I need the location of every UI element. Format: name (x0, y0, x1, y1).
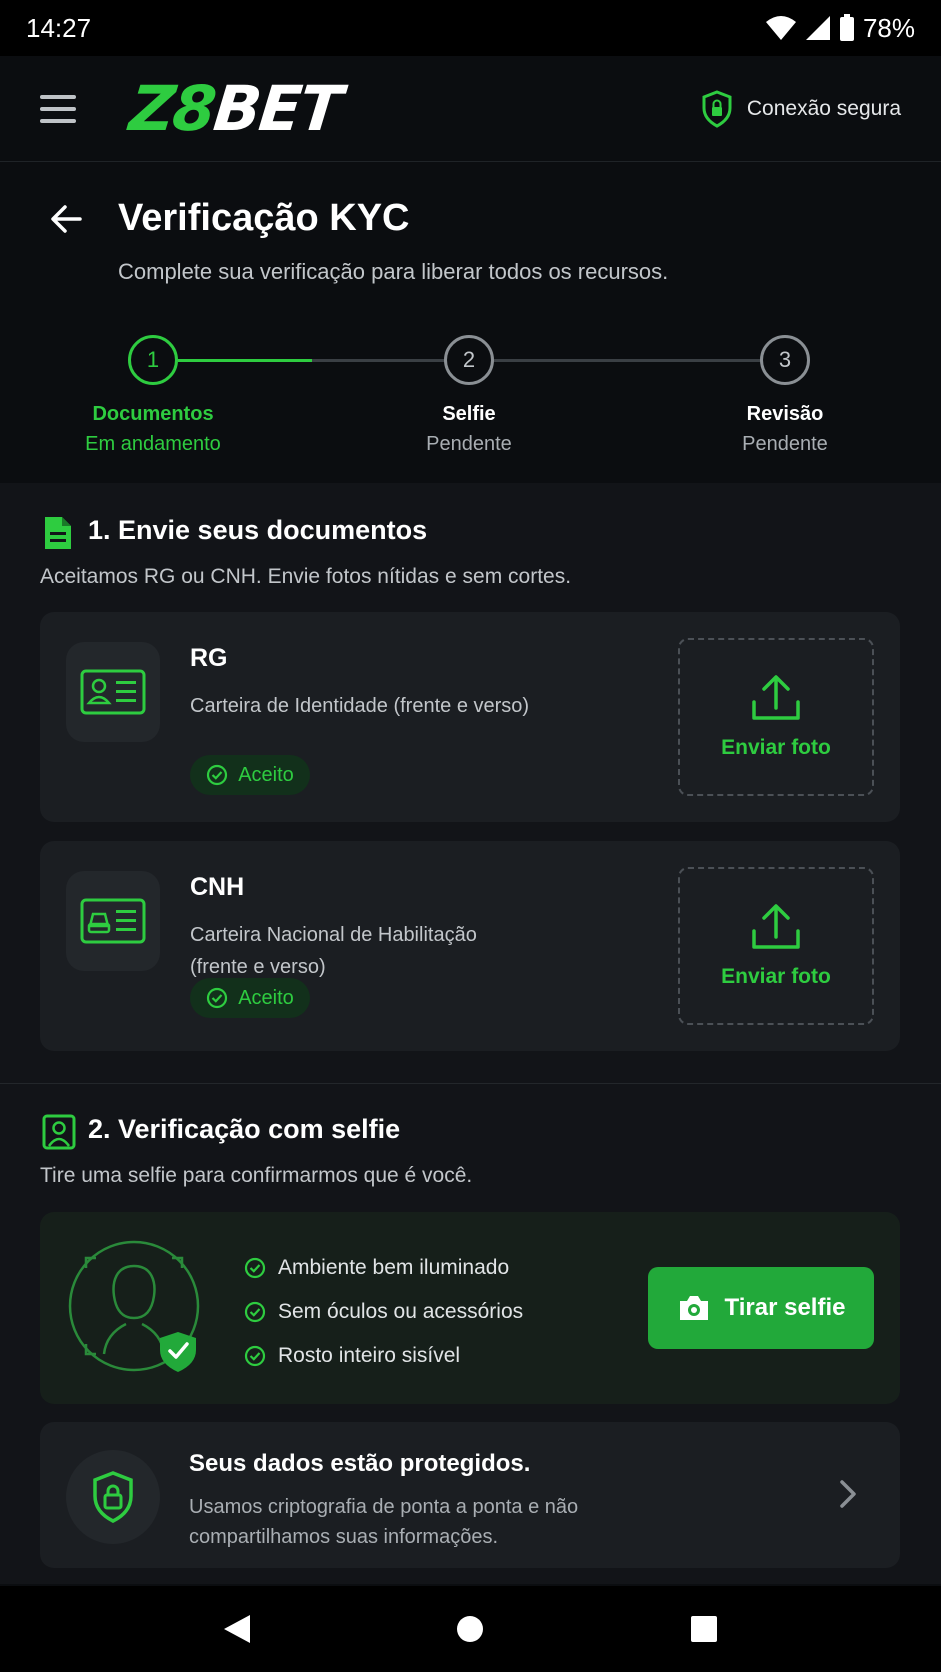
document-card-cnh: CNH Carteira Nacional de Habilitação (fr… (40, 841, 900, 1051)
shield-lock-icon (66, 1450, 160, 1544)
step-1-label: Documentos (92, 403, 214, 425)
page-title: Verificação KYC (118, 197, 410, 239)
upload-icon (752, 675, 800, 720)
brand-logo[interactable]: Z8BET (126, 72, 344, 145)
check-circle-icon (207, 764, 228, 786)
shield-lock-icon (702, 89, 732, 128)
status-icons: 78% (765, 13, 915, 44)
wifi-icon (765, 16, 796, 40)
document-card-rg: RG Carteira de Identidade (frente e vers… (40, 612, 900, 822)
step-1-status: Em andamento (85, 433, 221, 455)
battery-icon (839, 14, 854, 41)
accepted-label: Aceito (238, 986, 294, 1009)
list-item: Ambiente bem iluminado (244, 1246, 523, 1290)
selfie-description: Tire uma selfie para confirmarmos que é … (40, 1164, 473, 1187)
take-selfie-label: Tirar selfie (724, 1294, 846, 1321)
stepper-progress (178, 359, 312, 362)
upload-label: Enviar foto (721, 736, 831, 759)
chevron-right-icon (840, 1480, 856, 1508)
protection-title: Seus dados estão protegidos. (189, 1450, 531, 1477)
document-description: Carteira Nacional de Habilitação (frente… (190, 924, 477, 978)
check-label: Sem óculos ou acessórios (278, 1300, 524, 1323)
check-label: Ambiente bem iluminado (278, 1256, 510, 1279)
status-time: 14:27 (26, 12, 92, 43)
document-name: RG (190, 644, 228, 672)
menu-icon[interactable] (40, 89, 80, 129)
check-circle-icon (244, 1301, 266, 1323)
step-3-circle: 3 (760, 335, 810, 385)
battery-level: 78% (862, 12, 915, 43)
check-circle-icon (207, 987, 228, 1009)
back-arrow-icon[interactable] (46, 199, 86, 239)
secure-label: Conexão segura (746, 96, 901, 120)
document-name: CNH (190, 873, 245, 901)
accepted-label: Aceito (238, 763, 294, 786)
id-card-icon (66, 642, 160, 742)
kyc-header: Verificação KYC Complete sua verificação… (0, 163, 941, 483)
system-navigation-bar (0, 1586, 941, 1672)
documents-title: 1. Envie seus documentos (88, 515, 428, 545)
documents-description: Aceitamos RG ou CNH. Envie fotos nítidas… (40, 565, 572, 588)
documents-section: 1. Envie seus documentos Aceitamos RG ou… (0, 483, 941, 1083)
check-circle-icon (244, 1257, 266, 1279)
signal-icon (805, 16, 830, 40)
step-2-label: Selfie (442, 403, 496, 425)
app-header: Z8BET Conexão segura (0, 56, 941, 162)
list-item: Rosto inteiro sisível (244, 1334, 523, 1378)
selfie-section: 2. Verificação com selfie Tire uma selfi… (0, 1084, 941, 1584)
face-scan-icon (68, 1240, 200, 1372)
upload-icon (752, 904, 800, 949)
step-2-status: Pendente (426, 433, 512, 455)
step-3-status: Pendente (742, 433, 828, 455)
upload-photo-button-rg[interactable]: Enviar foto (678, 638, 874, 796)
step-1-circle: 1 (128, 335, 178, 385)
user-portrait-icon (42, 1114, 76, 1150)
upload-label: Enviar foto (721, 965, 831, 988)
home-circle-icon[interactable] (440, 1599, 500, 1659)
take-selfie-button[interactable]: Tirar selfie (648, 1267, 874, 1349)
protection-description: Usamos criptografia de ponta a ponta e n… (189, 1496, 579, 1548)
document-icon (45, 517, 71, 549)
selfie-title: 2. Verificação com selfie (88, 1114, 401, 1144)
accepted-badge: Aceito (190, 755, 310, 795)
recents-square-icon[interactable] (674, 1599, 734, 1659)
check-circle-icon (244, 1345, 266, 1367)
document-description: Carteira de Identidade (frente e verso) (190, 695, 530, 717)
stepper-track (312, 359, 762, 362)
selfie-card: Ambiente bem iluminado Sem óculos ou ace… (40, 1212, 900, 1404)
step-2-circle: 2 (444, 335, 494, 385)
driver-license-icon (66, 871, 160, 971)
step-3-label: Revisão (746, 403, 824, 425)
check-label: Rosto inteiro sisível (278, 1344, 461, 1367)
list-item: Sem óculos ou acessórios (244, 1290, 523, 1334)
back-triangle-icon[interactable] (207, 1599, 267, 1659)
page-subtitle: Complete sua verificação para liberar to… (118, 259, 669, 284)
secure-connection: Conexão segura (701, 89, 901, 128)
logo-part-green: Z8 (126, 72, 218, 145)
status-bar: 14:27 78% (0, 0, 941, 56)
camera-icon (679, 1296, 708, 1320)
logo-part-white: BET (210, 72, 344, 145)
upload-photo-button-cnh[interactable]: Enviar foto (678, 867, 874, 1025)
data-protection-card[interactable]: Seus dados estão protegidos. Usamos crip… (40, 1422, 900, 1568)
selfie-checklist: Ambiente bem iluminado Sem óculos ou ace… (244, 1246, 523, 1378)
accepted-badge: Aceito (190, 978, 310, 1018)
